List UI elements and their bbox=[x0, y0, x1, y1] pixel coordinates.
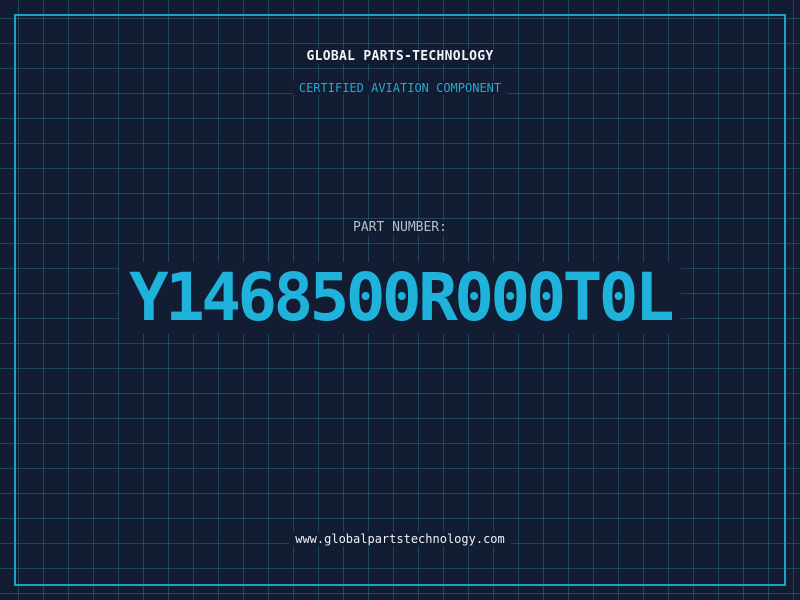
website-url: www.globalpartstechnology.com bbox=[0, 531, 800, 547]
part-label-card: GLOBAL PARTS-TECHNOLOGY CERTIFIED AVIATI… bbox=[0, 0, 800, 600]
part-number-value: Y1468500R000T0L bbox=[118, 262, 682, 334]
website-url-text: www.globalpartstechnology.com bbox=[289, 532, 511, 546]
certification-subtitle-text: CERTIFIED AVIATION COMPONENT bbox=[292, 81, 508, 95]
certification-subtitle: CERTIFIED AVIATION COMPONENT bbox=[0, 80, 800, 96]
brand-title: GLOBAL PARTS-TECHNOLOGY bbox=[0, 49, 800, 65]
brand-title-text: GLOBAL PARTS-TECHNOLOGY bbox=[300, 49, 500, 64]
part-number-label-text: PART NUMBER: bbox=[347, 220, 453, 235]
part-number-label: PART NUMBER: bbox=[0, 220, 800, 236]
part-number-container: Y1468500R000T0L bbox=[60, 262, 740, 334]
